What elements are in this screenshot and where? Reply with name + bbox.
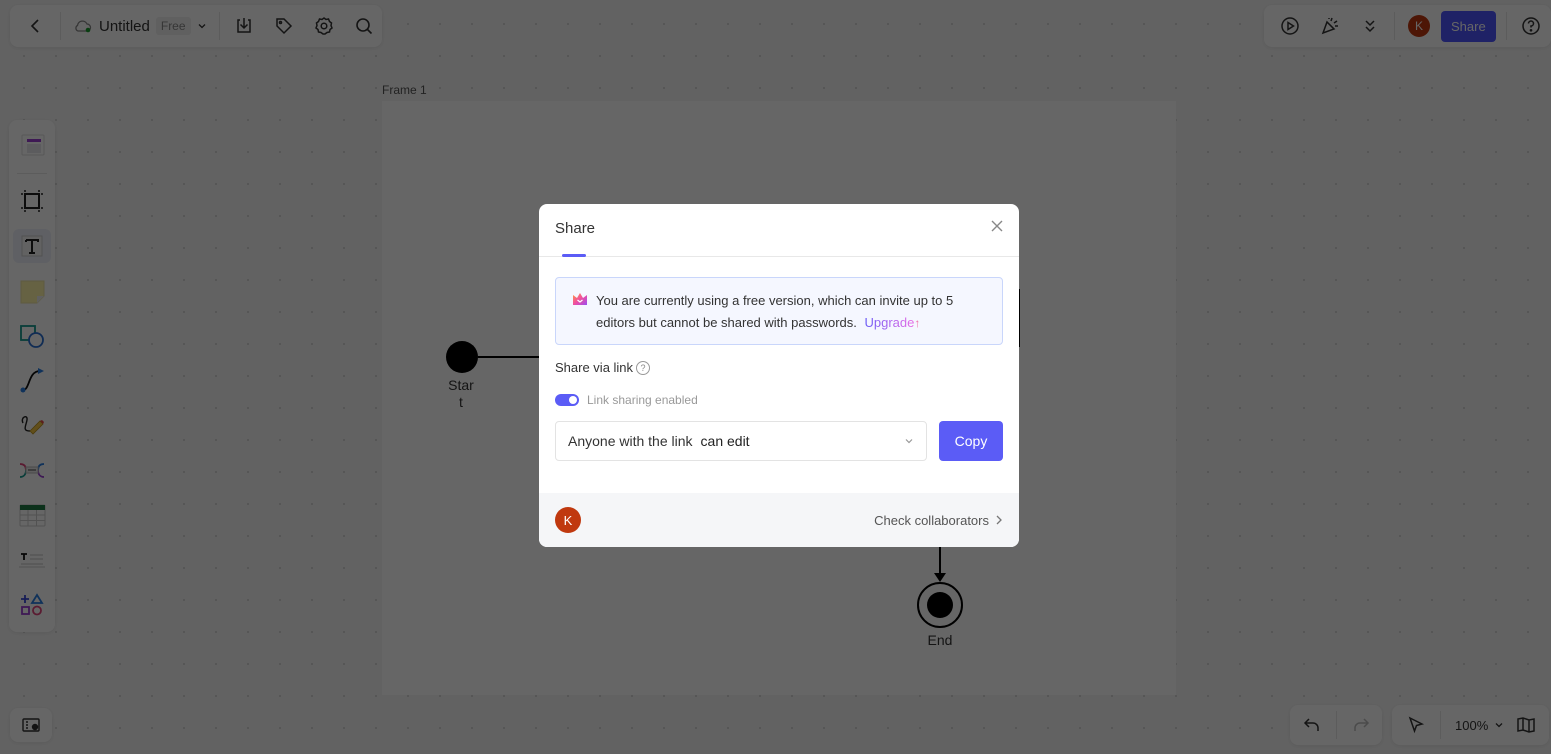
- dialog-title[interactable]: Share: [555, 220, 595, 237]
- close-icon: [991, 220, 1003, 232]
- collaborator-avatar[interactable]: K: [555, 507, 581, 533]
- share-via-link-heading: Share via link ?: [555, 360, 651, 375]
- permission-prefix: Anyone with the link: [568, 433, 693, 449]
- link-sharing-row: Link sharing enabled: [555, 393, 698, 407]
- dialog-header: Share: [539, 204, 1019, 257]
- active-tab-indicator: [562, 254, 586, 257]
- permission-select[interactable]: Anyone with the link can edit: [555, 421, 927, 461]
- share-dialog: Share You are currently using a free ver…: [539, 204, 1019, 547]
- check-collaborators-link[interactable]: Check collaborators: [874, 513, 1003, 528]
- help-icon[interactable]: ?: [636, 360, 651, 375]
- copy-link-button[interactable]: Copy: [939, 421, 1003, 461]
- upgrade-link[interactable]: Upgrade: [865, 315, 915, 330]
- dialog-footer: K Check collaborators: [539, 493, 1019, 547]
- chevron-down-icon: [905, 439, 913, 444]
- free-plan-notice: You are currently using a free version, …: [555, 277, 1003, 345]
- check-collaborators-label: Check collaborators: [874, 512, 989, 528]
- arrow-up-icon: ↑: [914, 316, 921, 330]
- permission-value: can edit: [700, 433, 750, 449]
- close-button[interactable]: [987, 216, 1007, 236]
- link-sharing-label: Link sharing enabled: [587, 393, 698, 407]
- crown-icon: [573, 293, 587, 305]
- share-via-link-label: Share via link: [555, 360, 634, 375]
- link-sharing-toggle[interactable]: [555, 394, 579, 406]
- chevron-right-icon: [996, 515, 1002, 525]
